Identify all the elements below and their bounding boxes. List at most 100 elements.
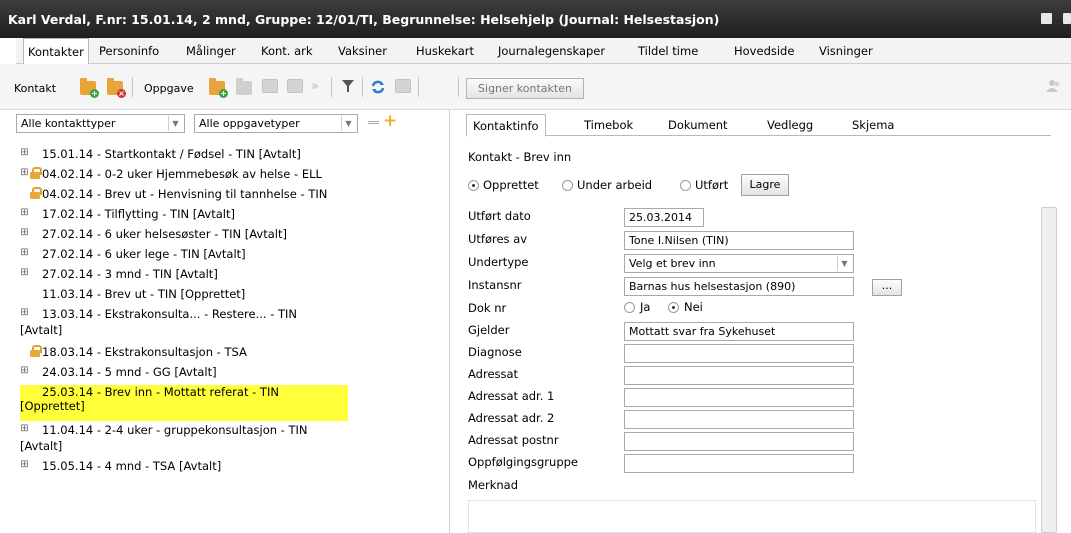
tree-item[interactable]: ⊞ 27.02.14 - 3 mnd - TIN [Avtalt]	[0, 264, 440, 284]
status-under-arbeid-radio[interactable]	[562, 180, 573, 191]
tree-item[interactable]: ⊞ 27.02.14 - 6 uker lege - TIN [Avtalt]	[0, 244, 440, 264]
expand-icon[interactable]: ⊞	[20, 366, 29, 376]
new-contact-folder-icon[interactable]: +	[80, 78, 99, 98]
tree-item-label: 24.03.14 - 5 mnd - GG [Avtalt]	[42, 365, 217, 379]
dok-nr-ja-radio[interactable]	[624, 302, 635, 313]
main-menu: Kontakter Personinfo Målinger Kont. ark …	[16, 38, 1071, 65]
tree-item-label: 17.02.14 - Tilflytting - TIN [Avtalt]	[42, 207, 235, 221]
expand-icon[interactable]: ⊞	[20, 268, 29, 278]
menu-kontakter[interactable]: Kontakter	[23, 38, 89, 65]
undertype-label: Undertype	[468, 255, 529, 269]
browse-instans-button[interactable]: ...	[872, 279, 902, 296]
menu-tildel-time[interactable]: Tildel time	[634, 38, 702, 64]
tab-dokument[interactable]: Dokument	[662, 114, 734, 136]
task-folder-disabled-icon	[236, 78, 252, 95]
expand-icon[interactable]: ⊞	[20, 208, 29, 218]
adressat-adr2-input[interactable]	[624, 410, 854, 429]
tree-item[interactable]: 04.02.14 - Brev ut - Henvisning til tann…	[0, 184, 440, 204]
tree-item[interactable]: ⊞ 17.02.14 - Tilflytting - TIN [Avtalt]	[0, 204, 440, 224]
expand-icon[interactable]: ⊞	[20, 248, 29, 258]
tree-item-label: 15.01.14 - Startkontakt / Fødsel - TIN […	[42, 147, 301, 161]
expand-icon[interactable]: ⊞	[20, 148, 29, 158]
tree-item[interactable]: ⊞ 04.02.14 - 0-2 uker Hjemmebesøk av hel…	[0, 164, 440, 184]
tab-timebok[interactable]: Timebok	[578, 114, 639, 136]
expand-icon[interactable]: ⊞	[20, 168, 29, 178]
tree-item[interactable]: ⊞ 15.01.14 - Startkontakt / Fødsel - TIN…	[0, 144, 440, 164]
menu-visninger[interactable]: Visninger	[815, 38, 877, 64]
tree-item-label: 04.02.14 - 0-2 uker Hjemmebesøk av helse…	[42, 167, 322, 181]
contact-form: Kontakt - Brev inn Opprettet Under arbei…	[466, 136, 1051, 533]
tree-item-selected[interactable]: 25.03.14 - Brev inn - Mottatt referat - …	[0, 382, 440, 421]
oppfolgingsgruppe-input[interactable]	[624, 454, 854, 473]
menu-huskekart[interactable]: Huskekart	[412, 38, 478, 64]
diagnose-label: Diagnose	[468, 345, 522, 359]
chevron-down-icon: ▼	[341, 116, 355, 131]
undertype-select[interactable]: Velg et brev inn ▼	[624, 254, 854, 273]
status-under-arbeid-label: Under arbeid	[577, 178, 653, 192]
tree-item[interactable]: ⊞ 11.04.14 - 2-4 uker - gruppekonsultasj…	[0, 420, 440, 456]
instansnr-input[interactable]: Barnas hus helsestasjon (890)	[624, 277, 854, 296]
tab-skjema[interactable]: Skjema	[846, 114, 900, 136]
menu-personinfo[interactable]: Personinfo	[95, 38, 163, 64]
tree-item[interactable]: ⊞ 27.02.14 - 6 uker helsesøster - TIN [A…	[0, 224, 440, 244]
gjelder-input[interactable]: Mottatt svar fra Sykehuset	[624, 322, 854, 341]
expand-icon[interactable]: ⊞	[20, 228, 29, 238]
tree-item[interactable]: 11.03.14 - Brev ut - TIN [Opprettet]	[0, 284, 440, 304]
refresh-icon[interactable]	[370, 79, 386, 94]
merknad-textarea[interactable]	[468, 500, 1036, 533]
tab-vedlegg[interactable]: Vedlegg	[761, 114, 819, 136]
disabled-square-icon	[395, 79, 411, 93]
tree-item-label: 11.04.14 - 2-4 uker - gruppekonsultasjon…	[42, 423, 308, 437]
expand-icon[interactable]: ⊞	[20, 308, 29, 318]
tree-item[interactable]: ⊞ 15.05.14 - 4 mnd - TSA [Avtalt]	[0, 456, 440, 476]
utfort-dato-label: Utført dato	[468, 209, 531, 223]
utfores-av-label: Utføres av	[468, 232, 528, 246]
filter-icon[interactable]	[341, 79, 357, 93]
menu-kont-ark[interactable]: Kont. ark	[257, 38, 317, 64]
window-close-icon[interactable]	[1063, 13, 1071, 24]
toolbar-separator	[458, 77, 459, 97]
expand-icon[interactable]: ⊞	[20, 424, 29, 434]
dok-nr-label: Dok nr	[468, 301, 507, 315]
collapse-all-icon[interactable]	[368, 121, 379, 124]
menu-journalegenskaper[interactable]: Journalegenskaper	[494, 38, 609, 64]
tree-item-label: 27.02.14 - 6 uker lege - TIN [Avtalt]	[42, 247, 246, 261]
status-utfort-radio[interactable]	[680, 180, 691, 191]
new-task-folder-icon[interactable]: +	[209, 78, 228, 98]
dok-nr-nei-label: Nei	[684, 300, 703, 314]
tree-item[interactable]: ⊞ 24.03.14 - 5 mnd - GG [Avtalt]	[0, 362, 440, 382]
form-scrollbar[interactable]	[1041, 207, 1057, 533]
adressat-postnr-input[interactable]	[624, 432, 854, 451]
expand-all-icon[interactable]: +	[383, 113, 397, 130]
delete-contact-folder-icon[interactable]: ×	[107, 78, 126, 98]
expand-icon[interactable]: ⊞	[20, 460, 29, 470]
adressat-adr2-label: Adressat adr. 2	[468, 411, 555, 425]
disabled-square-icon	[287, 79, 303, 93]
tree-item-label: 27.02.14 - 6 uker helsesøster - TIN [Avt…	[42, 227, 287, 241]
detail-tabs: Kontaktinfo Timebok Dokument Vedlegg Skj…	[466, 114, 1051, 137]
adressat-input[interactable]	[624, 366, 854, 385]
gjelder-label: Gjelder	[468, 323, 510, 337]
sign-contact-button[interactable]: Signer kontakten	[466, 78, 584, 99]
tree-item-label: 13.03.14 - Ekstrakonsulta... - Restere..…	[42, 307, 298, 321]
contact-type-select[interactable]: Alle kontakttyper ▼	[16, 114, 185, 133]
utfores-av-input[interactable]: Tone I.Nilsen (TIN)	[624, 231, 854, 250]
status-opprettet-radio[interactable]	[468, 180, 479, 191]
tree-item[interactable]: 18.03.14 - Ekstrakonsultasjon - TSA	[0, 342, 440, 362]
menu-hovedside[interactable]: Hovedside	[730, 38, 798, 64]
users-icon[interactable]	[1046, 79, 1062, 93]
diagnose-input[interactable]	[624, 344, 854, 363]
tree-item[interactable]: ⊞ 13.03.14 - Ekstrakonsulta... - Restere…	[0, 304, 440, 340]
tree-item-label-cont: [Avtalt]	[20, 323, 63, 337]
save-button[interactable]: Lagre	[741, 174, 789, 196]
oppfolgingsgruppe-label: Oppfølgingsgruppe	[468, 455, 578, 469]
utfort-dato-input[interactable]: 25.03.2014	[624, 208, 704, 227]
dok-nr-nei-radio[interactable]	[668, 302, 679, 313]
task-type-select[interactable]: Alle oppgavetyper ▼	[194, 114, 358, 133]
form-heading: Kontakt - Brev inn	[468, 150, 572, 164]
adressat-adr1-input[interactable]	[624, 388, 854, 407]
menu-malinger[interactable]: Målinger	[182, 38, 240, 64]
menu-vaksiner[interactable]: Vaksiner	[334, 38, 391, 64]
tab-kontaktinfo[interactable]: Kontaktinfo	[466, 114, 546, 137]
window-menu-icon[interactable]	[1041, 13, 1052, 24]
